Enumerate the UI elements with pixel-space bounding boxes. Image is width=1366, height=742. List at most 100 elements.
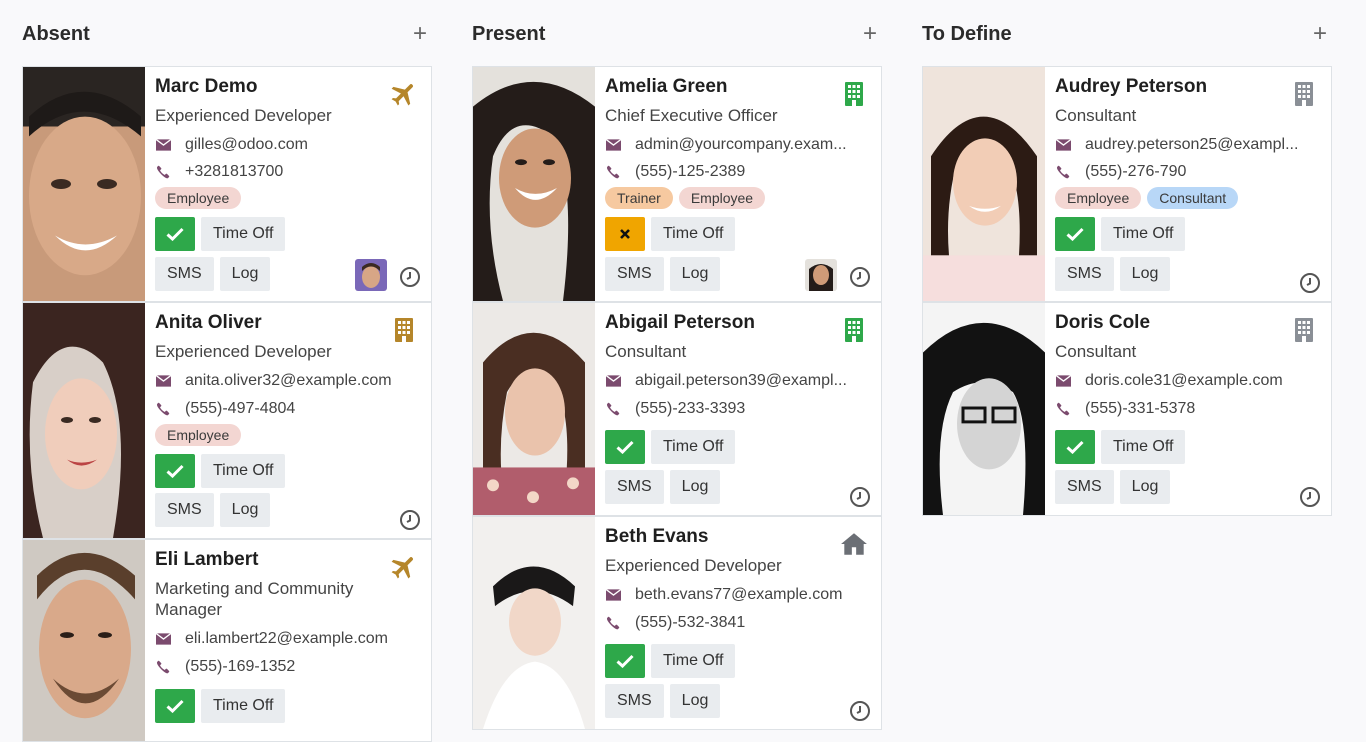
time-off-button[interactable]: Time Off — [201, 689, 286, 723]
check-in-button[interactable] — [155, 689, 195, 723]
employee-phone[interactable]: (555)-497-4804 — [185, 400, 295, 418]
phone-icon — [605, 401, 621, 417]
email-line: eli.lambert22@example.com — [155, 628, 388, 650]
action-row: Time Off — [1055, 430, 1186, 464]
employee-card[interactable]: Amelia Green Chief Executive Officer adm… — [472, 66, 882, 302]
employee-email[interactable]: admin@yourcompany.exam... — [635, 136, 847, 154]
tag-list: Employee Consultant — [1055, 187, 1239, 209]
employee-photo — [923, 67, 1045, 301]
check-icon — [166, 227, 184, 241]
time-off-button[interactable]: Time Off — [651, 217, 736, 251]
employee-card[interactable]: Doris Cole Consultant doris.cole31@examp… — [922, 302, 1332, 516]
check-in-button[interactable] — [1055, 217, 1095, 251]
employee-phone[interactable]: +3281813700 — [185, 163, 283, 181]
employee-job-title: Chief Executive Officer — [605, 106, 778, 125]
employee-email[interactable]: eli.lambert22@example.com — [185, 630, 388, 648]
log-button[interactable]: Log — [219, 493, 271, 527]
add-card-button[interactable]: + — [858, 22, 882, 46]
column-present: Present + Amelia Green Chief Executive O… — [472, 0, 882, 742]
employee-card[interactable]: Abigail Peterson Consultant abigail.pete… — [472, 302, 882, 516]
sms-button[interactable]: SMS — [1055, 470, 1114, 504]
log-button[interactable]: Log — [219, 257, 271, 291]
employee-card[interactable]: Anita Oliver Experienced Developer anita… — [22, 302, 432, 539]
action-row: Time Off — [1055, 217, 1186, 251]
plane-icon — [389, 79, 419, 109]
clock-icon[interactable] — [849, 700, 871, 722]
employee-email[interactable]: anita.oliver32@example.com — [185, 372, 392, 390]
employee-photo — [23, 303, 145, 538]
employee-email[interactable]: gilles@odoo.com — [185, 136, 308, 154]
avatar[interactable] — [805, 259, 837, 291]
email-line: admin@yourcompany.exam... — [605, 134, 847, 156]
building-icon — [1289, 315, 1319, 345]
log-button[interactable]: Log — [669, 257, 721, 291]
time-off-button[interactable]: Time Off — [651, 644, 736, 678]
action-row: SMS Log — [155, 257, 271, 291]
employee-email[interactable]: abigail.peterson39@exampl... — [635, 372, 847, 390]
sms-button[interactable]: SMS — [155, 257, 214, 291]
employee-phone[interactable]: (555)-125-2389 — [635, 163, 745, 181]
employee-email[interactable]: beth.evans77@example.com — [635, 586, 842, 604]
column-header: Present + — [472, 18, 882, 50]
time-off-button[interactable]: Time Off — [201, 454, 286, 488]
employee-card[interactable]: Audrey Peterson Consultant audrey.peters… — [922, 66, 1332, 302]
check-in-button[interactable] — [605, 430, 645, 464]
tag-list: Employee — [155, 187, 242, 209]
column-title: Present — [472, 22, 546, 45]
envelope-icon — [1055, 137, 1071, 153]
clock-icon[interactable] — [849, 486, 871, 508]
action-row: SMS Log — [605, 257, 721, 291]
employee-phone[interactable]: (555)-233-3393 — [635, 400, 745, 418]
time-off-button[interactable]: Time Off — [1101, 430, 1186, 464]
clock-icon[interactable] — [1299, 486, 1321, 508]
check-icon — [166, 464, 184, 478]
phone-line: (555)-331-5378 — [1055, 398, 1195, 420]
time-off-button[interactable]: Time Off — [1101, 217, 1186, 251]
check-in-button[interactable] — [1055, 430, 1095, 464]
envelope-icon — [155, 373, 171, 389]
employee-phone[interactable]: (555)-169-1352 — [185, 658, 295, 676]
sms-button[interactable]: SMS — [605, 684, 664, 718]
add-card-button[interactable]: + — [1308, 22, 1332, 46]
clock-icon[interactable] — [399, 509, 421, 531]
employee-card[interactable]: Marc Demo Experienced Developer gilles@o… — [22, 66, 432, 302]
check-in-button[interactable] — [605, 644, 645, 678]
tag-trainer: Trainer — [605, 187, 673, 209]
email-line: audrey.peterson25@exampl... — [1055, 134, 1298, 156]
sms-button[interactable]: SMS — [1055, 257, 1114, 291]
check-out-button[interactable] — [605, 217, 645, 251]
employee-card[interactable]: Beth Evans Experienced Developer beth.ev… — [472, 516, 882, 730]
employee-phone[interactable]: (555)-331-5378 — [1085, 400, 1195, 418]
employee-name: Eli Lambert — [155, 549, 259, 570]
column-title: To Define — [922, 22, 1012, 45]
sms-button[interactable]: SMS — [155, 493, 214, 527]
log-button[interactable]: Log — [669, 684, 721, 718]
log-button[interactable]: Log — [1119, 257, 1171, 291]
employee-phone[interactable]: (555)-532-3841 — [635, 614, 745, 632]
clock-icon[interactable] — [399, 266, 421, 288]
employee-phone[interactable]: (555)-276-790 — [1085, 163, 1186, 181]
check-in-button[interactable] — [155, 454, 195, 488]
log-button[interactable]: Log — [669, 470, 721, 504]
employee-name: Abigail Peterson — [605, 312, 755, 333]
time-off-button[interactable]: Time Off — [651, 430, 736, 464]
phone-line: +3281813700 — [155, 161, 283, 183]
avatar[interactable] — [355, 259, 387, 291]
employee-name: Doris Cole — [1055, 312, 1151, 333]
employee-email[interactable]: doris.cole31@example.com — [1085, 372, 1283, 390]
log-button[interactable]: Log — [1119, 470, 1171, 504]
clock-icon[interactable] — [849, 266, 871, 288]
check-in-button[interactable] — [155, 217, 195, 251]
action-row: Time Off — [155, 217, 286, 251]
employee-email[interactable]: audrey.peterson25@exampl... — [1085, 136, 1298, 154]
building-icon — [839, 79, 869, 109]
clock-icon[interactable] — [1299, 272, 1321, 294]
sms-button[interactable]: SMS — [605, 257, 664, 291]
employee-name: Amelia Green — [605, 76, 728, 97]
action-row: Time Off — [605, 644, 736, 678]
sms-button[interactable]: SMS — [605, 470, 664, 504]
time-off-button[interactable]: Time Off — [201, 217, 286, 251]
employee-card[interactable]: Eli Lambert Marketing and Community Mana… — [22, 539, 432, 742]
employee-name: Marc Demo — [155, 76, 258, 97]
add-card-button[interactable]: + — [408, 22, 432, 46]
